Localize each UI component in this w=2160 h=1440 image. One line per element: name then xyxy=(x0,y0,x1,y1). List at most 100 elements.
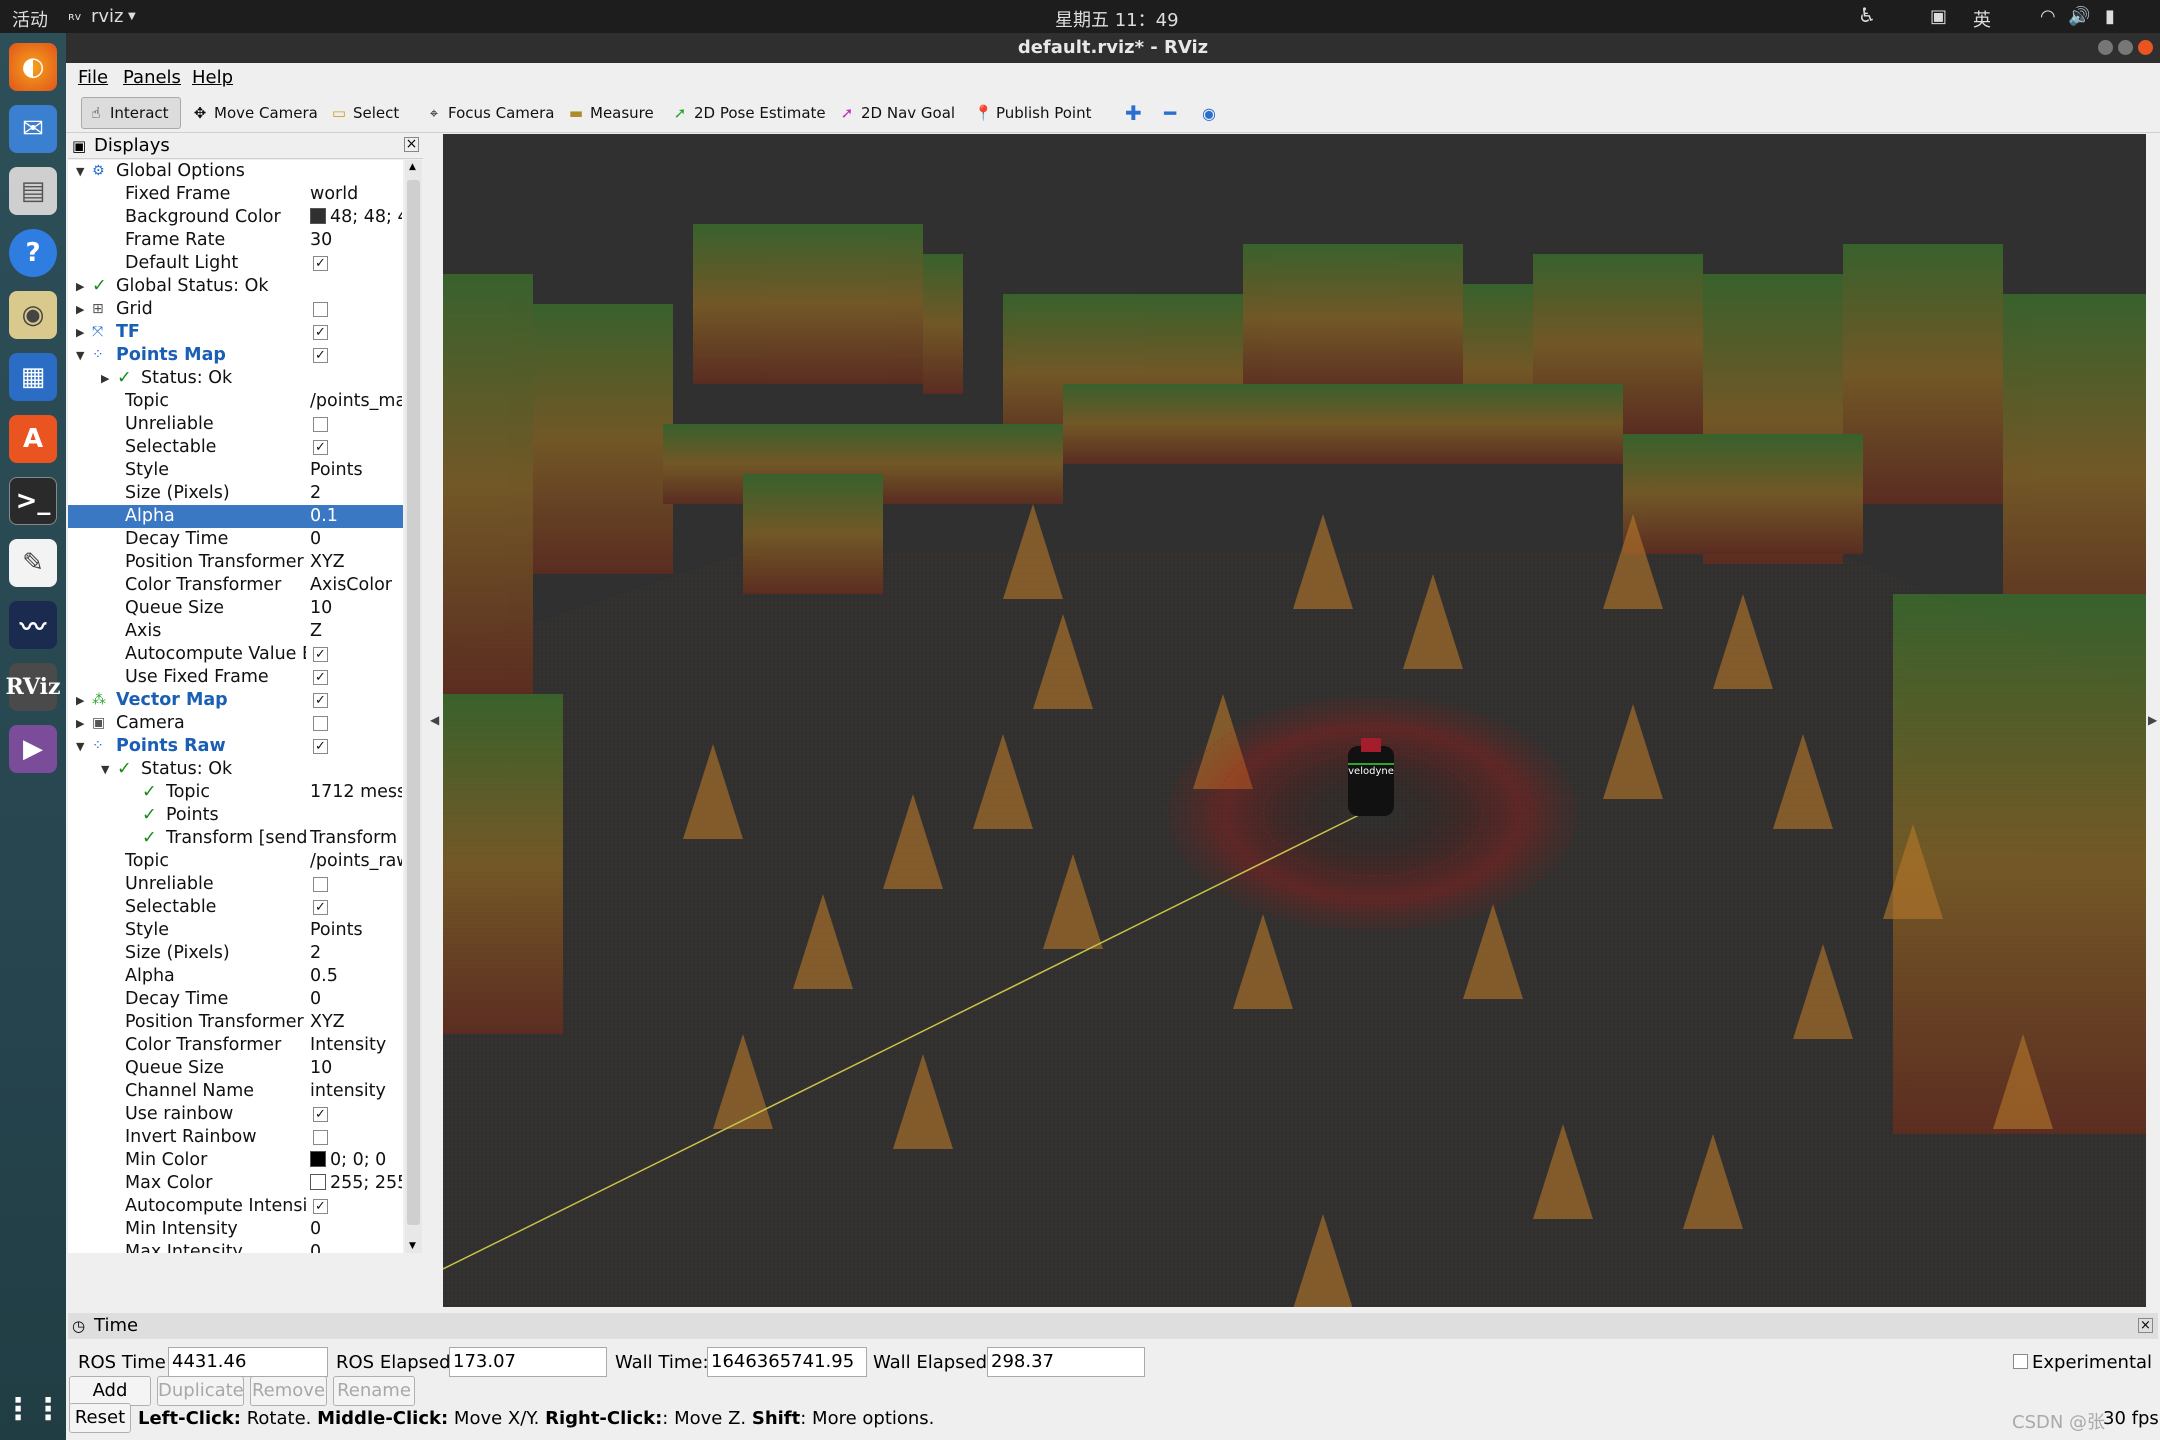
autoware-icon[interactable]: 〰 xyxy=(9,601,57,649)
display-row-value[interactable]: 10 xyxy=(310,597,402,620)
display-row[interactable]: Decay Time 0 xyxy=(68,988,403,1011)
add-tool-button[interactable]: ✚ xyxy=(1119,97,1148,129)
display-row-value[interactable]: Intensity xyxy=(310,1034,402,1057)
display-row[interactable]: Default Light ✓ xyxy=(68,252,403,275)
display-row-value[interactable]: Z xyxy=(310,620,402,643)
display-row[interactable]: Autocompute Value Bounds ✓ xyxy=(68,643,403,666)
display-row-value[interactable]: 0 xyxy=(310,1241,402,1253)
display-row-value[interactable] xyxy=(310,1126,402,1149)
display-row[interactable]: ✓ Points xyxy=(68,804,403,827)
collapse-right-icon[interactable]: ▶ xyxy=(2148,713,2157,727)
display-row-value[interactable]: 0 xyxy=(310,528,402,551)
camera-icon[interactable]: ▣ xyxy=(1930,6,1947,27)
display-row[interactable]: Position Transformer XYZ xyxy=(68,1011,403,1034)
expand-arrow-icon[interactable]: ▶ xyxy=(76,298,84,321)
enable-checkbox[interactable]: ✓ xyxy=(313,1198,328,1214)
collapse-arrow-icon[interactable]: ▼ xyxy=(76,160,84,183)
display-row[interactable]: ▶ ⊞ Grid xyxy=(68,298,403,321)
enable-checkbox[interactable]: ✓ xyxy=(313,899,328,915)
enable-checkbox[interactable] xyxy=(313,876,328,892)
display-row-value[interactable]: ✓ xyxy=(310,321,402,344)
ros-elapsed-field[interactable]: 173.07 xyxy=(449,1347,607,1377)
video-icon[interactable]: ▶ xyxy=(9,725,57,773)
enable-checkbox[interactable] xyxy=(313,416,328,432)
display-row-value[interactable]: ✓ xyxy=(310,1103,402,1126)
nav-goal-tool[interactable]: ➚ 2D Nav Goal xyxy=(833,97,961,129)
pose-estimate-tool[interactable]: ➚ 2D Pose Estimate xyxy=(666,97,832,129)
publish-point-tool[interactable]: 📍 Publish Point xyxy=(968,97,1097,129)
display-row[interactable]: Channel Name intensity xyxy=(68,1080,403,1103)
enable-checkbox[interactable]: ✓ xyxy=(313,669,328,685)
collapse-arrow-icon[interactable]: ▼ xyxy=(76,735,84,758)
minimize-button[interactable] xyxy=(2098,40,2113,55)
display-row[interactable]: Color Transformer AxisColor xyxy=(68,574,403,597)
clock[interactable]: 星期五 11：49 xyxy=(1055,6,1179,32)
display-row[interactable]: Selectable ✓ xyxy=(68,896,403,919)
display-row-value[interactable]: 0.1 xyxy=(310,505,402,528)
select-tool[interactable]: ▭ Select xyxy=(325,97,405,129)
display-row-value[interactable]: XYZ xyxy=(310,551,402,574)
enable-checkbox[interactable] xyxy=(313,715,328,731)
rhythmbox-icon[interactable]: ◉ xyxy=(9,291,57,339)
close-button[interactable] xyxy=(2138,40,2153,55)
collapse-left-icon[interactable]: ◀ xyxy=(430,713,439,727)
writer-icon[interactable]: ▦ xyxy=(9,353,57,401)
display-row-value[interactable]: 255; 255; 255 xyxy=(310,1172,402,1195)
files-icon[interactable]: ▤ xyxy=(9,167,57,215)
enable-checkbox[interactable]: ✓ xyxy=(313,692,328,708)
display-row-value[interactable]: ✓ xyxy=(310,666,402,689)
expand-arrow-icon[interactable]: ▶ xyxy=(76,712,84,735)
color-swatch[interactable] xyxy=(310,1174,326,1190)
display-row[interactable]: Max Color 255; 255; 255 xyxy=(68,1172,403,1195)
tool-properties-button[interactable]: ◉ xyxy=(1196,97,1222,129)
display-row[interactable]: ✓ Transform [sender=/rviz]Transform OK xyxy=(68,827,403,850)
display-row[interactable]: Alpha 0.1 xyxy=(68,505,403,528)
volume-icon[interactable]: 🔊 xyxy=(2068,6,2090,27)
accessibility-icon[interactable]: ♿ xyxy=(1858,3,1876,27)
time-close-icon[interactable]: × xyxy=(2138,1318,2153,1333)
focus-camera-tool[interactable]: ⌖ Focus Camera xyxy=(420,97,560,129)
text-editor-icon[interactable]: ✎ xyxy=(9,539,57,587)
display-row[interactable]: ▼ ✓ Status: Ok xyxy=(68,758,403,781)
display-row[interactable]: Invert Rainbow xyxy=(68,1126,403,1149)
display-row-value[interactable]: Points xyxy=(310,919,402,942)
display-row-value[interactable] xyxy=(310,712,402,735)
enable-checkbox[interactable]: ✓ xyxy=(313,1106,328,1122)
display-row[interactable]: Alpha 0.5 xyxy=(68,965,403,988)
display-row-value[interactable]: 2 xyxy=(310,942,402,965)
display-row-value[interactable]: ✓ xyxy=(310,344,402,367)
firefox-icon[interactable]: ◐ xyxy=(9,43,57,91)
display-row[interactable]: ▼ ⁘ Points Map ✓ xyxy=(68,344,403,367)
menu-panels[interactable]: Panels xyxy=(123,67,181,88)
experimental-checkbox[interactable] xyxy=(2013,1354,2028,1369)
display-row[interactable]: Autocompute Intensity Bounds ✓ xyxy=(68,1195,403,1218)
enable-checkbox[interactable] xyxy=(313,1129,328,1145)
enable-checkbox[interactable]: ✓ xyxy=(313,439,328,455)
collapse-arrow-icon[interactable]: ▼ xyxy=(101,758,109,781)
enable-checkbox[interactable]: ✓ xyxy=(313,738,328,754)
ros-time-field[interactable]: 4431.46 xyxy=(168,1347,328,1377)
display-row[interactable]: ▶ ✓ Status: Ok xyxy=(68,367,403,390)
display-row[interactable]: ▼ ⁘ Points Raw ✓ xyxy=(68,735,403,758)
display-row-value[interactable]: ✓ xyxy=(310,436,402,459)
display-row[interactable]: Background Color 48; 48; 48 xyxy=(68,206,403,229)
display-row[interactable]: Style Points xyxy=(68,919,403,942)
display-row-value[interactable]: intensity xyxy=(310,1080,402,1103)
display-row[interactable]: Decay Time 0 xyxy=(68,528,403,551)
display-row[interactable]: Axis Z xyxy=(68,620,403,643)
display-row-value[interactable]: 0 xyxy=(310,988,402,1011)
display-row-value[interactable]: world xyxy=(310,183,402,206)
interact-tool[interactable]: ☝ Interact xyxy=(81,97,181,129)
display-row-value[interactable]: 0; 0; 0 xyxy=(310,1149,402,1172)
display-row[interactable]: Topic/points_raw xyxy=(68,850,403,873)
display-row-value[interactable] xyxy=(310,413,402,436)
display-row-value[interactable]: /points_raw xyxy=(310,850,402,873)
display-row[interactable]: ▼ ⚙ Global Options xyxy=(68,160,403,183)
help-icon[interactable]: ? xyxy=(9,229,57,277)
expand-arrow-icon[interactable]: ▶ xyxy=(76,689,84,712)
display-row-value[interactable]: ✓ xyxy=(310,252,402,275)
wall-time-field[interactable]: 1646365741.95 xyxy=(707,1347,867,1377)
battery-icon[interactable]: ▮ xyxy=(2105,6,2115,27)
display-row[interactable]: ▶ ▣ Camera xyxy=(68,712,403,735)
display-row[interactable]: Unreliable xyxy=(68,413,403,436)
